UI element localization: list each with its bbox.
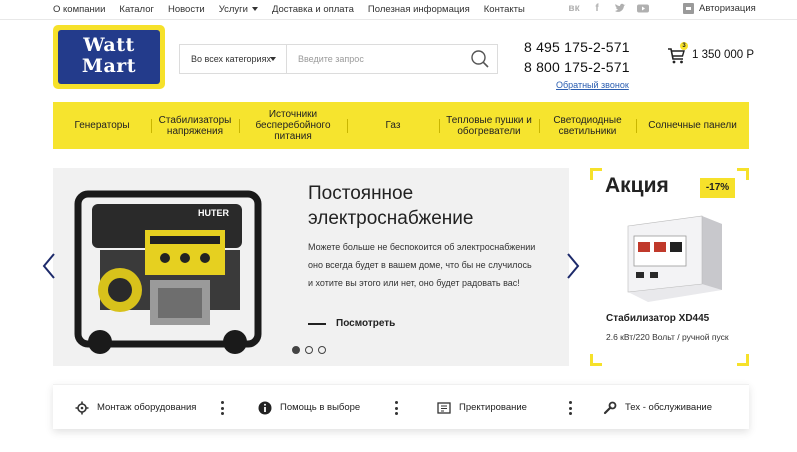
discount-badge: -17% <box>700 178 735 198</box>
topnav-catalog[interactable]: Каталог <box>119 4 154 15</box>
corner-decor <box>737 354 749 366</box>
info-icon <box>258 401 272 414</box>
slider-dot-3[interactable] <box>318 346 326 354</box>
caret-down-icon <box>251 7 258 12</box>
cart-total[interactable]: 1 350 000 Р <box>692 49 754 61</box>
slider-dot-1[interactable] <box>292 346 300 354</box>
callback-link[interactable]: Обратный звонок <box>556 80 629 90</box>
category-select[interactable]: Во всех категориях <box>179 44 286 74</box>
service-maintenance[interactable]: Тех - обслуживание <box>603 385 712 430</box>
slide-title: Постоянное электроснабжение <box>308 183 474 229</box>
more-vertical-icon[interactable] <box>569 401 572 415</box>
chevron-left-icon <box>42 253 55 279</box>
category-generators[interactable]: Генераторы <box>53 102 151 149</box>
services-bar: Монтаж оборудования Помощь в выборе Прек… <box>53 384 749 429</box>
slide-text: Можете больше не беспокоится об электрос… <box>308 242 536 288</box>
caret-down-icon <box>270 57 276 61</box>
search-button[interactable] <box>470 49 490 69</box>
cart-count-badge: 3 <box>680 42 688 50</box>
topnav-info[interactable]: Полезная информация <box>368 4 470 15</box>
category-gas[interactable]: Газ <box>347 102 439 149</box>
slider-next-button[interactable] <box>566 253 580 279</box>
logo-text: Watt Mart <box>58 30 160 84</box>
more-vertical-icon[interactable] <box>221 401 224 415</box>
generator-brand-label: HUTER <box>198 208 229 218</box>
facebook-icon[interactable]: f <box>591 3 603 14</box>
promo-product-desc: 2.6 кВт/220 Вольт / ручной пуск <box>606 332 729 342</box>
logo-line2: Mart <box>81 55 137 77</box>
topnav-delivery[interactable]: Доставка и оплата <box>272 4 354 15</box>
category-select-value: Во всех категориях <box>191 54 271 64</box>
topnav-about[interactable]: О компании <box>53 4 105 15</box>
service-design[interactable]: Пректирование <box>437 385 527 430</box>
logo-line1: Watt <box>83 34 135 56</box>
category-solar[interactable]: Солнечные панели <box>636 102 749 149</box>
corner-decor <box>590 168 602 180</box>
vk-icon[interactable]: вк <box>568 3 580 14</box>
topnav-news[interactable]: Новости <box>168 4 205 15</box>
wrench-icon <box>603 401 617 414</box>
service-maintenance-label: Тех - обслуживание <box>625 402 713 413</box>
search-icon <box>471 50 489 68</box>
chevron-right-icon <box>567 253 580 279</box>
slider-dots <box>292 346 326 354</box>
auth-label: Авторизация <box>699 3 756 14</box>
dash-icon <box>308 322 326 325</box>
top-nav: О компании Каталог Новости Услуги Достав… <box>53 4 539 15</box>
auth-link[interactable]: Авторизация <box>683 3 756 14</box>
category-stabilizers[interactable]: Стабилизаторы напряжения <box>151 102 239 149</box>
corner-decor <box>590 354 602 366</box>
phone-secondary[interactable]: 8 800 175-2-571 <box>524 59 630 75</box>
social-links: вк f <box>568 3 649 14</box>
more-vertical-icon[interactable] <box>395 401 398 415</box>
blueprint-icon <box>437 401 451 414</box>
topnav-services[interactable]: Услуги <box>219 4 258 15</box>
search-input[interactable] <box>286 44 498 74</box>
slide-more-link[interactable]: Посмотреть <box>308 318 395 329</box>
service-help[interactable]: Помощь в выборе <box>258 385 360 430</box>
slider-prev-button[interactable] <box>42 253 56 279</box>
slider-dot-2[interactable] <box>305 346 313 354</box>
promo-product-name[interactable]: Стабилизатор XD445 <box>606 313 709 324</box>
service-design-label: Пректирование <box>459 402 527 413</box>
youtube-icon[interactable] <box>637 3 649 14</box>
logo[interactable]: Watt Mart <box>53 25 165 89</box>
category-led[interactable]: Светодиодные светильники <box>539 102 636 149</box>
corner-decor <box>737 168 749 180</box>
service-installation-label: Монтаж оборудования <box>97 402 197 413</box>
topnav-contacts[interactable]: Контакты <box>484 4 525 15</box>
promo-title: Акция <box>605 174 669 197</box>
login-icon <box>683 3 694 14</box>
generator-image: HUTER <box>74 190 262 354</box>
topnav-services-label: Услуги <box>218 4 248 15</box>
twitter-icon[interactable] <box>614 3 626 14</box>
slide-more-label: Посмотреть <box>336 318 396 329</box>
category-ups[interactable]: Источники бесперебойного питания <box>239 102 347 149</box>
top-bar: О компании Каталог Новости Услуги Достав… <box>0 0 797 20</box>
service-installation[interactable]: Монтаж оборудования <box>75 385 196 430</box>
phone-primary[interactable]: 8 495 175-2-571 <box>524 39 630 55</box>
stabilizer-image <box>627 215 722 302</box>
category-heaters[interactable]: Тепловые пушки и обогреватели <box>439 102 539 149</box>
category-nav: Генераторы Стабилизаторы напряжения Исто… <box>53 102 749 149</box>
service-help-label: Помощь в выборе <box>280 402 361 413</box>
wrench-gear-icon <box>75 401 89 414</box>
